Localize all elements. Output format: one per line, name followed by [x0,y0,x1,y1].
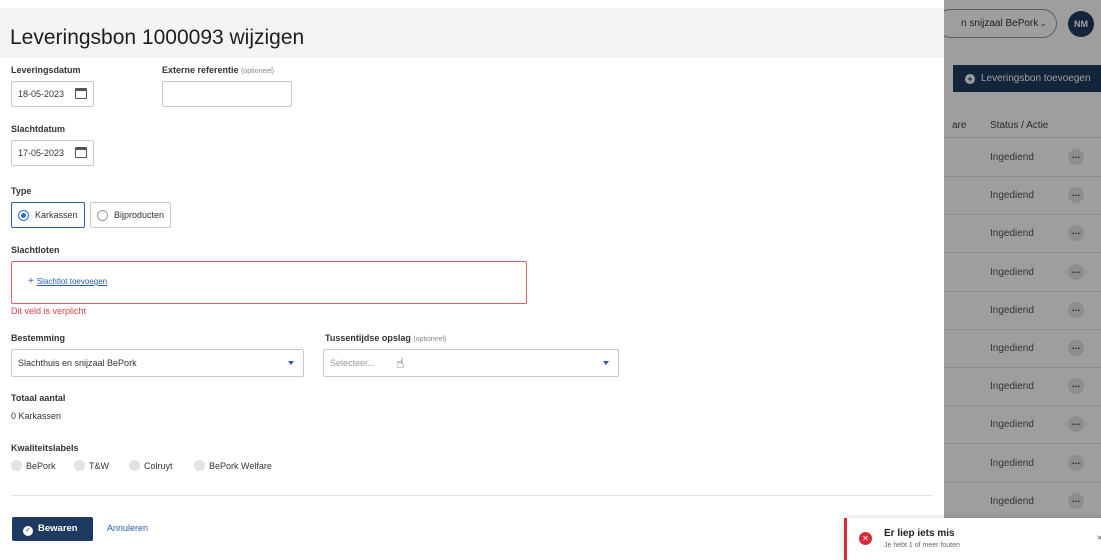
modal-header: Leveringsbon 1000093 wijzigen [0,8,944,58]
label-option-tw[interactable]: T&W [74,460,109,472]
checkbox-icon [129,460,140,471]
tussentijdse-opslag-placeholder: Selecteer... [330,358,376,368]
error-icon: ✕ [859,532,872,545]
toast-title: Er liep iets mis [884,528,955,539]
add-slachtlot-link[interactable]: + Slachtlot toevoegen [28,276,107,287]
label-option-text: T&W [89,461,109,471]
checkbox-icon [194,460,205,471]
tussentijdse-opslag-label: Tussentijdse opslag (optioneel) [325,333,446,343]
modal-backdrop[interactable] [944,0,1101,560]
label-option-colruyt[interactable]: Colruyt [129,460,173,472]
leveringsdatum-value: 18-05-2023 [18,89,65,99]
kwaliteitslabels-label: Kwaliteitslabels [11,443,79,453]
radio-unselected-icon [97,210,108,221]
type-option-karkassen[interactable]: Karkassen [11,202,85,228]
label-option-bepork-welfare[interactable]: BePork Welfare [194,460,272,472]
caret-down-icon [603,361,609,365]
cancel-button[interactable]: Annuleren [107,523,148,533]
divider [11,495,932,496]
hand-cursor-icon: ☝ [396,355,405,371]
slachtdatum-value: 17-05-2023 [18,148,65,158]
toast-message: Je hebt 1 of meer fouten [884,542,960,549]
page-title: Leveringsbon 1000093 wijzigen [10,26,305,49]
slachtloten-error: Dit veld is verplicht [11,306,87,316]
calendar-icon[interactable] [75,147,87,158]
error-toast: ✕ Er liep iets mis Je hebt 1 of meer fou… [844,518,1101,560]
close-icon[interactable]: × [1097,533,1101,544]
save-label: Bewaren [38,523,78,534]
type-option-label: Karkassen [35,210,78,220]
leveringsdatum-input[interactable]: 18-05-2023 [11,81,94,107]
bestemming-select[interactable]: Slachthuis en snijzaal BePork [11,349,304,377]
edit-leveringsbon-modal: Leveringsbon 1000093 wijzigen Leveringsd… [0,0,944,560]
plus-icon: + [28,276,34,287]
slachtloten-label: Slachtloten [11,245,60,255]
caret-down-icon [288,361,294,365]
totaal-aantal-value: 0 Karkassen [11,411,62,421]
radio-selected-icon [18,210,29,221]
slachtloten-field: + Slachtlot toevoegen [11,261,527,304]
type-option-label: Bijproducten [114,210,165,220]
type-option-bijproducten[interactable]: Bijproducten [90,202,171,228]
externe-referentie-label-text: Externe referentie [162,65,239,75]
label-option-text: BePork Welfare [209,461,272,471]
optional-hint: (optioneel) [413,336,447,343]
type-label: Type [11,186,32,196]
add-slachtlot-label: Slachtlot toevoegen [36,277,108,286]
bestemming-label: Bestemming [11,333,66,343]
bestemming-value: Slachthuis en snijzaal BePork [18,358,137,368]
checkbox-icon [11,460,22,471]
label-option-text: Colruyt [144,461,173,471]
label-option-text: BePork [26,461,56,471]
slachtdatum-input[interactable]: 17-05-2023 [11,140,94,166]
save-button[interactable]: ✓ Bewaren [12,517,93,541]
leveringsdatum-label: Leveringsdatum [11,65,81,75]
externe-referentie-label: Externe referentie (optioneel) [162,65,274,75]
calendar-icon[interactable] [75,88,87,99]
checkbox-icon [74,460,85,471]
check-circle-icon: ✓ [23,526,33,536]
optional-hint: (optioneel) [241,68,275,75]
totaal-aantal-label: Totaal aantal [11,393,66,403]
slachtdatum-label: Slachtdatum [11,124,66,134]
label-option-bepork[interactable]: BePork [11,460,56,472]
tussentijdse-opslag-label-text: Tussentijdse opslag [325,333,411,343]
tussentijdse-opslag-select[interactable]: Selecteer... [323,349,619,377]
externe-referentie-input[interactable] [162,81,292,107]
